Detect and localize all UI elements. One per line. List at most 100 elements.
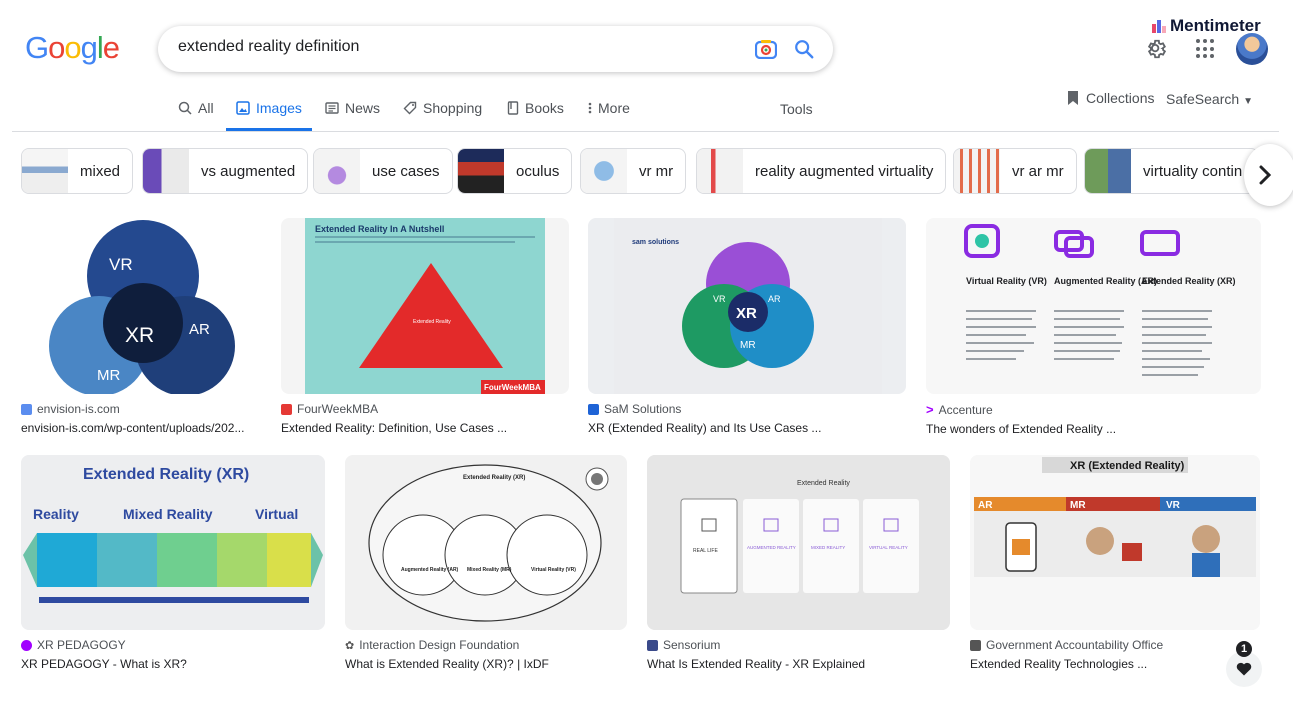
column-heading: Virtual Reality (VR) [966, 276, 1047, 286]
image-result[interactable]: VR XR AR MR envision-is.com envision-is.… [21, 218, 263, 435]
chip-virtuality-continuum[interactable]: virtuality contin [1084, 148, 1259, 194]
tab-more[interactable]: More [588, 100, 630, 130]
source-name: envision-is.com [37, 402, 120, 416]
result-source[interactable]: FourWeekMBA [281, 402, 569, 416]
chip-label: vr mr [639, 162, 674, 180]
collections-label: Collections [1086, 90, 1155, 106]
result-title[interactable]: What is Extended Reality (XR)? | IxDF [345, 657, 627, 671]
result-source[interactable]: XR PEDAGOGY [21, 638, 325, 652]
venn-label: XR [125, 324, 154, 347]
image-result[interactable]: Extended Reality In A Nutshell Extended … [281, 218, 569, 435]
google-logo[interactable]: Google [25, 30, 120, 66]
tab-label: Images [256, 100, 302, 116]
venn-diagram: VR XR AR MR [49, 220, 235, 394]
idf-icon: ✿ [345, 639, 355, 652]
tab-label: Shopping [423, 100, 483, 116]
result-source[interactable]: Government Accountability Office [970, 638, 1260, 652]
tab-news[interactable]: News [325, 100, 380, 130]
safesearch-button[interactable]: SafeSearch ▼ [1166, 91, 1253, 107]
result-source[interactable]: Sensorium [647, 638, 950, 652]
venn-label: AR [768, 294, 781, 304]
search-input[interactable] [178, 38, 738, 56]
chip-thumbnail [458, 149, 504, 193]
search-icon[interactable] [793, 38, 815, 60]
chip-label: reality augmented virtuality [755, 162, 934, 180]
chip-vs-augmented[interactable]: vs augmented [142, 148, 309, 194]
logo-letter: o [64, 30, 81, 65]
tab-label: Books [525, 100, 564, 116]
result-source[interactable]: ✿ Interaction Design Foundation [345, 638, 627, 652]
result-title[interactable]: What Is Extended Reality - XR Explained [647, 657, 950, 671]
favicon [281, 403, 292, 415]
gear-icon[interactable] [1146, 38, 1168, 60]
column-label: REAL LIFE [693, 548, 718, 554]
result-image[interactable]: Extended Reality (XR) Augmented Reality … [345, 455, 627, 630]
result-image[interactable]: Extended Reality REAL LIFE AUGMENTED REA… [647, 455, 950, 630]
chip-label: virtuality contin [1143, 162, 1243, 180]
xr-comparison-graphic: Virtual Reality (VR) Augmented Reality (… [964, 224, 1236, 376]
source-name: SaM Solutions [604, 402, 682, 416]
result-title[interactable]: The wonders of Extended Reality ... [926, 422, 1261, 436]
result-title[interactable]: XR PEDAGOGY - What is XR? [21, 657, 325, 671]
tab-images[interactable]: Images [226, 100, 312, 131]
chips-next-button[interactable] [1244, 144, 1293, 206]
chip-thumbnail [314, 149, 360, 193]
result-image[interactable]: Virtual Reality (VR) Augmented Reality (… [926, 218, 1261, 394]
tab-label: All [198, 100, 214, 116]
tab-all[interactable]: All [178, 100, 214, 130]
search-box[interactable] [158, 26, 833, 72]
column-label: AR [978, 500, 993, 511]
image-result[interactable]: Extended Reality (XR) Reality Mixed Real… [21, 455, 325, 671]
heart-icon [1236, 662, 1252, 676]
chip-oculus[interactable]: oculus [457, 148, 573, 194]
result-image[interactable]: VR XR AR MR [21, 218, 263, 394]
image-result[interactable]: sam solutions XR VR AR MR SaM Solutions … [588, 218, 906, 435]
accenture-icon: > [926, 402, 934, 417]
result-title[interactable]: envision-is.com/wp-content/uploads/202..… [21, 421, 263, 435]
result-title[interactable]: XR (Extended Reality) and Its Use Cases … [588, 421, 906, 435]
image-center-label: Extended Reality [413, 319, 451, 325]
image-result[interactable]: Extended Reality (XR) Augmented Reality … [345, 455, 627, 671]
bookmark-icon [1068, 91, 1078, 105]
result-image[interactable]: sam solutions XR VR AR MR [588, 218, 906, 394]
image-title: Extended Reality (XR) [463, 475, 525, 481]
tab-books[interactable]: Books [507, 100, 564, 130]
image-result[interactable]: XR (Extended Reality) AR MR VR Governmen… [970, 455, 1260, 671]
tab-shopping[interactable]: Shopping [403, 100, 482, 130]
result-source[interactable]: > Accenture [926, 402, 1261, 417]
chip-use-cases[interactable]: use cases [313, 148, 453, 194]
result-source[interactable]: envision-is.com [21, 402, 263, 416]
apps-icon[interactable] [1196, 39, 1216, 59]
image-result[interactable]: Virtual Reality (VR) Augmented Reality (… [926, 218, 1261, 436]
result-image[interactable]: Extended Reality (XR) Reality Mixed Real… [21, 455, 325, 630]
chip-mixed[interactable]: mixed [21, 148, 134, 194]
result-title[interactable]: Extended Reality: Definition, Use Cases … [281, 421, 569, 435]
chip-vr-ar-mr[interactable]: vr ar mr [953, 148, 1077, 194]
source-name: FourWeekMBA [297, 402, 379, 416]
result-image[interactable]: XR (Extended Reality) AR MR VR [970, 455, 1260, 630]
tab-label: News [345, 100, 381, 116]
chip-reality-augmented-virtuality[interactable]: reality augmented virtuality [696, 148, 947, 194]
chip-label: oculus [516, 162, 560, 180]
venn-label: Mixed Reality (MR) [467, 567, 512, 573]
venn-label: Virtual Reality (VR) [531, 567, 576, 573]
news-icon [325, 102, 339, 114]
camera-icon[interactable] [755, 39, 777, 59]
source-name: Interaction Design Foundation [359, 638, 520, 652]
collections-button[interactable]: Collections [1066, 90, 1154, 106]
avatar[interactable] [1236, 33, 1268, 65]
result-source[interactable]: SaM Solutions [588, 402, 906, 416]
result-image[interactable]: Extended Reality In A Nutshell Extended … [281, 218, 569, 394]
tools-button[interactable]: Tools [780, 101, 813, 117]
mentimeter-icon [1152, 19, 1166, 33]
chip-label: use cases [372, 162, 440, 180]
chip-label: vr ar mr [1012, 162, 1064, 180]
images-icon [236, 101, 250, 115]
chip-vr-mr[interactable]: vr mr [580, 148, 687, 194]
venn-label: VR [713, 294, 726, 304]
result-title[interactable]: Extended Reality Technologies ... [970, 657, 1260, 671]
logo-letter: o [48, 30, 65, 65]
mentimeter-extension[interactable]: Mentimeter [1152, 16, 1261, 36]
image-result[interactable]: Extended Reality REAL LIFE AUGMENTED REA… [647, 455, 950, 671]
favicon [970, 639, 981, 651]
